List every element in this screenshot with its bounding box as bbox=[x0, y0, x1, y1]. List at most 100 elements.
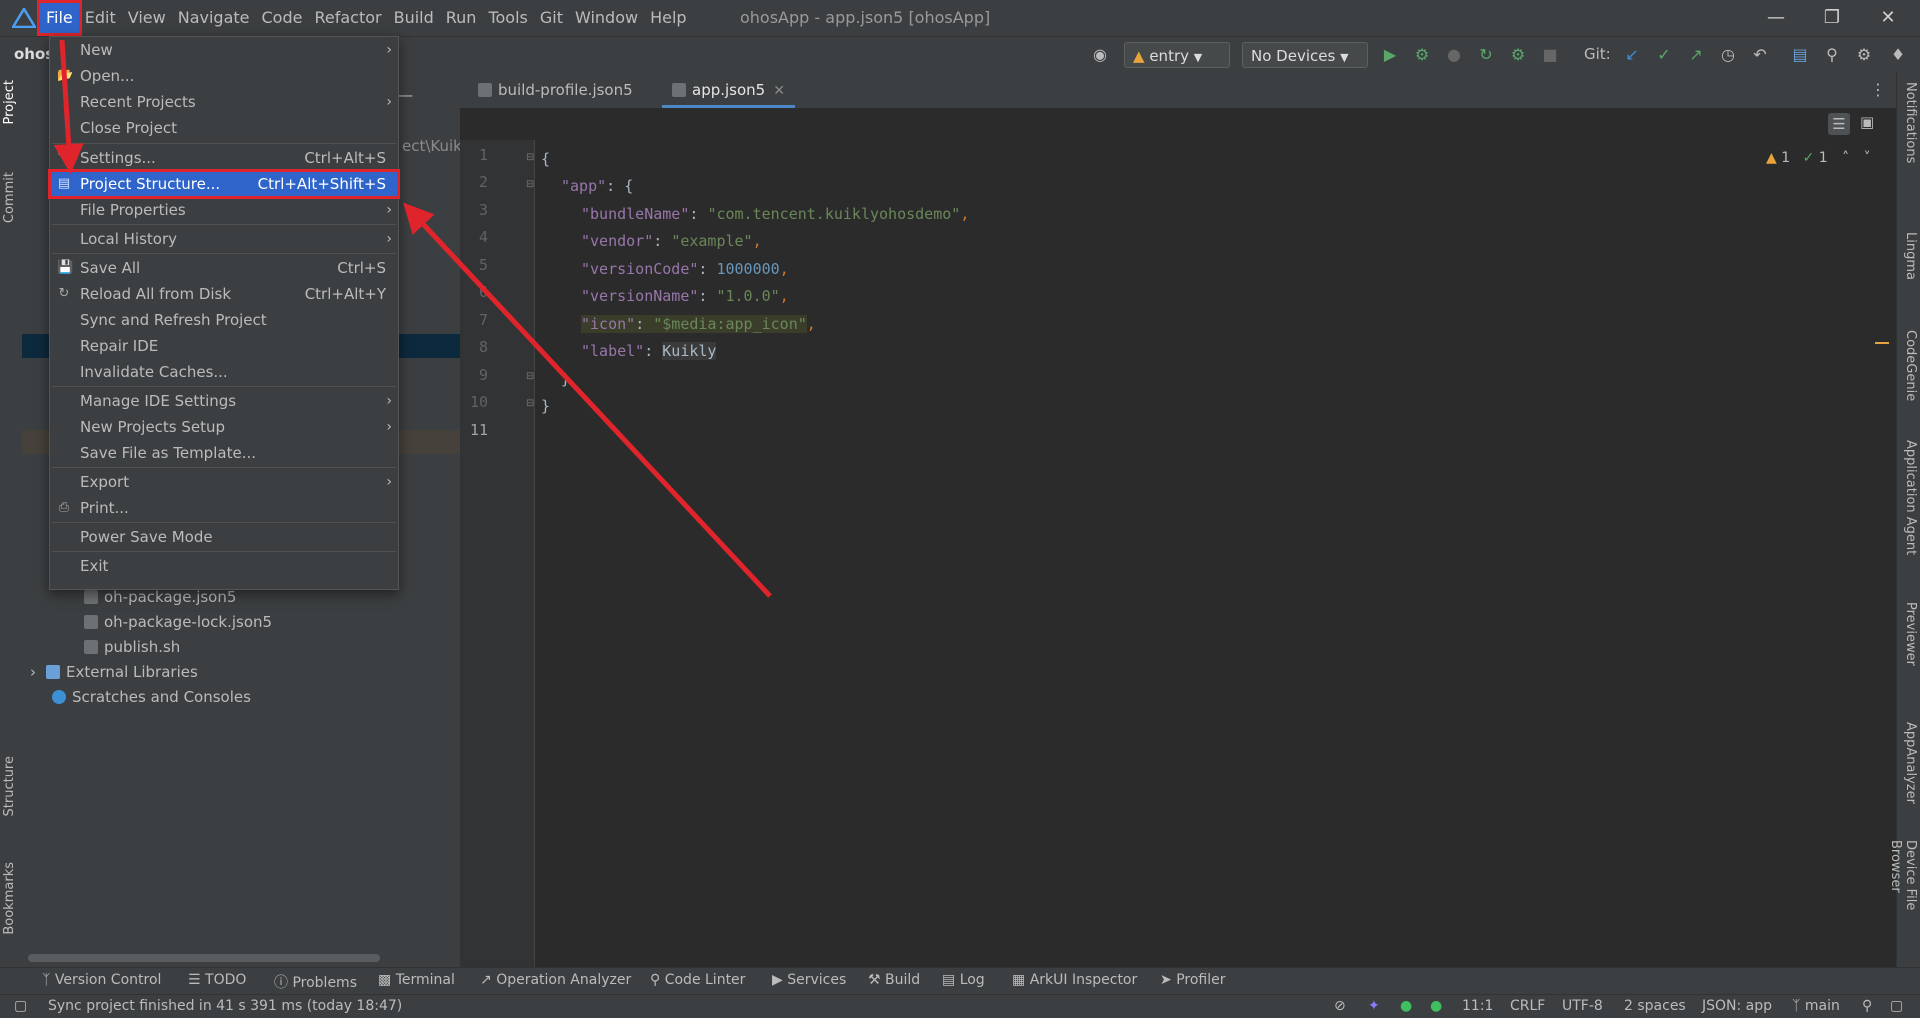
menu-item-project-structure[interactable]: ▤ Project Structure... Ctrl+Alt+Shift+S bbox=[48, 169, 400, 199]
stripe-structure[interactable]: Structure bbox=[2, 756, 20, 816]
tool-tab-todo[interactable]: ☰ TODO bbox=[188, 972, 246, 988]
menu-item-open[interactable]: 📂 Open... bbox=[50, 63, 398, 89]
tool-tab-problems[interactable]: ⓘ Problems bbox=[274, 972, 357, 992]
menu-item-manage-ide-settings[interactable]: Manage IDE Settings › bbox=[50, 388, 398, 414]
indent-setting[interactable]: 2 spaces bbox=[1624, 998, 1686, 1014]
menu-git[interactable]: Git bbox=[534, 3, 569, 33]
menu-item-reload-all[interactable]: ↻ Reload All from Disk Ctrl+Alt+Y bbox=[50, 281, 398, 307]
menu-item-close-project[interactable]: Close Project bbox=[50, 115, 398, 141]
lock-icon[interactable]: ⚲ bbox=[1862, 998, 1872, 1014]
status-message[interactable]: Sync project finished in 41 s 391 ms (to… bbox=[48, 998, 402, 1014]
tool-tab-operation-analyzer[interactable]: ↗ Operation Analyzer bbox=[480, 972, 631, 988]
chevron-down-icon[interactable]: ˅ bbox=[1864, 150, 1871, 166]
attach-debugger-icon[interactable]: ⚙ bbox=[1508, 45, 1528, 65]
inspection-widget[interactable]: ▲ 1 ✓ 1 ˄ ˅ bbox=[1766, 150, 1871, 166]
tool-tab-arkui-inspector[interactable]: ▦ ArkUI Inspector bbox=[1012, 972, 1137, 988]
stripe-lingma[interactable]: Lingma bbox=[1900, 232, 1918, 280]
apply-changes-icon[interactable]: ↻ bbox=[1476, 45, 1496, 65]
warning-marker[interactable] bbox=[1875, 342, 1889, 344]
caret-position[interactable]: 11:1 bbox=[1462, 998, 1493, 1014]
tree-item[interactable]: Scratches and Consoles bbox=[52, 685, 251, 709]
menu-item-settings[interactable]: 🔧 Settings... Ctrl+Alt+S bbox=[50, 145, 398, 171]
stripe-codegenie[interactable]: CodeGenie bbox=[1900, 330, 1918, 401]
menu-item-print[interactable]: ⎙ Print... bbox=[50, 495, 398, 521]
menu-build[interactable]: Build bbox=[388, 3, 440, 33]
menu-code[interactable]: Code bbox=[256, 3, 309, 33]
menu-edit[interactable]: Edit bbox=[79, 3, 122, 33]
menu-tools[interactable]: Tools bbox=[482, 3, 533, 33]
stripe-commit[interactable]: Commit bbox=[2, 172, 20, 223]
gear-icon[interactable]: ⚙ bbox=[1854, 45, 1874, 65]
stripe-bookmarks[interactable]: Bookmarks bbox=[2, 862, 20, 935]
project-structure-icon[interactable]: ▤ bbox=[1790, 45, 1810, 65]
menu-item-exit[interactable]: Exit bbox=[50, 553, 398, 579]
fold-icon[interactable]: ⊟ bbox=[526, 398, 534, 409]
menu-refactor[interactable]: Refactor bbox=[308, 3, 387, 33]
line-separator[interactable]: CRLF bbox=[1510, 998, 1545, 1014]
menu-item-save-all[interactable]: 💾 Save All Ctrl+S bbox=[50, 255, 398, 281]
chevron-right-icon[interactable]: › bbox=[30, 663, 36, 681]
image-view-icon[interactable]: ▣ bbox=[1860, 113, 1874, 131]
tree-item[interactable]: oh-package-lock.json5 bbox=[84, 610, 272, 634]
fold-icon[interactable]: ⊟ bbox=[526, 371, 534, 382]
stripe-device-file-browser[interactable]: Device File Browser bbox=[1888, 840, 1918, 967]
menu-navigate[interactable]: Navigate bbox=[172, 3, 256, 33]
stripe-application-agent[interactable]: Application Agent bbox=[1900, 440, 1918, 555]
git-branch[interactable]: ᛉ main bbox=[1792, 998, 1840, 1014]
list-view-icon[interactable]: ☰ bbox=[1828, 113, 1850, 135]
close-icon[interactable]: ✕ bbox=[773, 83, 785, 99]
tab-build-profile[interactable]: build-profile.json5 bbox=[468, 72, 643, 108]
more-vertical-icon[interactable]: ⋮ bbox=[1870, 80, 1886, 99]
no-wifi-icon[interactable]: ⊘ bbox=[1334, 998, 1346, 1014]
menu-item-recent-projects[interactable]: Recent Projects › bbox=[50, 89, 398, 115]
menu-window[interactable]: Window bbox=[569, 3, 644, 33]
search-icon[interactable]: ⚲ bbox=[1822, 45, 1842, 65]
git-push-icon[interactable]: ↗ bbox=[1686, 45, 1706, 65]
fold-icon[interactable]: ⊟ bbox=[526, 152, 534, 163]
tool-tab-profiler[interactable]: ➤ Profiler bbox=[1160, 972, 1225, 988]
logo-icon[interactable]: ♦ bbox=[1888, 45, 1908, 65]
menu-view[interactable]: View bbox=[122, 3, 172, 33]
ai-icon[interactable]: ✦ bbox=[1368, 998, 1380, 1014]
run-config-dropdown[interactable]: ▲ entry ▼ bbox=[1124, 42, 1230, 68]
horizontal-scrollbar[interactable] bbox=[28, 954, 380, 962]
memory-icon[interactable]: ▢ bbox=[1890, 998, 1903, 1014]
menu-item-file-properties[interactable]: File Properties › bbox=[50, 197, 398, 223]
json-schema[interactable]: JSON: app bbox=[1702, 998, 1772, 1014]
stripe-previewer[interactable]: Previewer bbox=[1900, 602, 1918, 666]
device-dropdown[interactable]: No Devices ▼ bbox=[1242, 42, 1368, 68]
stripe-appanalyzer[interactable]: AppAnalyzer bbox=[1900, 722, 1918, 804]
tree-item[interactable]: › External Libraries bbox=[30, 660, 198, 684]
fold-icon[interactable]: ⊟ bbox=[526, 179, 534, 190]
menu-file[interactable]: File bbox=[37, 0, 82, 36]
menu-item-power-save[interactable]: Power Save Mode bbox=[50, 524, 398, 550]
menu-item-export[interactable]: Export › bbox=[50, 469, 398, 495]
tool-tab-services[interactable]: ▶ Services bbox=[772, 972, 846, 988]
menu-item-sync-refresh[interactable]: Sync and Refresh Project bbox=[50, 307, 398, 333]
tool-tab-code-linter[interactable]: ⚲ Code Linter bbox=[650, 972, 745, 988]
git-commit-icon[interactable]: ✓ bbox=[1654, 45, 1674, 65]
tool-tab-build[interactable]: ⚒ Build bbox=[868, 972, 920, 988]
toggle-panels-icon[interactable]: ▢ bbox=[14, 998, 27, 1014]
stripe-project[interactable]: Project bbox=[2, 80, 20, 124]
tree-item[interactable]: publish.sh bbox=[84, 635, 180, 659]
history-icon[interactable]: ◷ bbox=[1718, 45, 1738, 65]
minimize-icon[interactable]: — bbox=[1762, 4, 1790, 32]
file-encoding[interactable]: UTF-8 bbox=[1562, 998, 1603, 1014]
menu-help[interactable]: Help bbox=[644, 3, 692, 33]
code-editor[interactable]: { "app": { "bundleName": "com.tencent.ku… bbox=[535, 140, 1896, 967]
panel-hide-icon[interactable]: — bbox=[398, 86, 413, 104]
menu-item-repair-ide[interactable]: Repair IDE bbox=[50, 333, 398, 359]
target-icon[interactable]: ◉ bbox=[1090, 45, 1110, 65]
menu-item-local-history[interactable]: Local History › bbox=[50, 226, 398, 252]
menu-run[interactable]: Run bbox=[440, 3, 483, 33]
run-icon[interactable]: ▶ bbox=[1380, 45, 1400, 65]
tool-tab-version-control[interactable]: ᛉ Version Control bbox=[42, 972, 161, 988]
rollback-icon[interactable]: ↶ bbox=[1750, 45, 1770, 65]
tool-tab-log[interactable]: ▤ Log bbox=[942, 972, 985, 988]
menu-item-invalidate-caches[interactable]: Invalidate Caches... bbox=[50, 359, 398, 385]
menu-item-new[interactable]: New › bbox=[50, 37, 398, 63]
tab-app-json5[interactable]: app.json5 ✕ bbox=[662, 72, 795, 108]
menu-item-new-projects-setup[interactable]: New Projects Setup › bbox=[50, 414, 398, 440]
debug-icon[interactable]: ⚙ bbox=[1412, 45, 1432, 65]
